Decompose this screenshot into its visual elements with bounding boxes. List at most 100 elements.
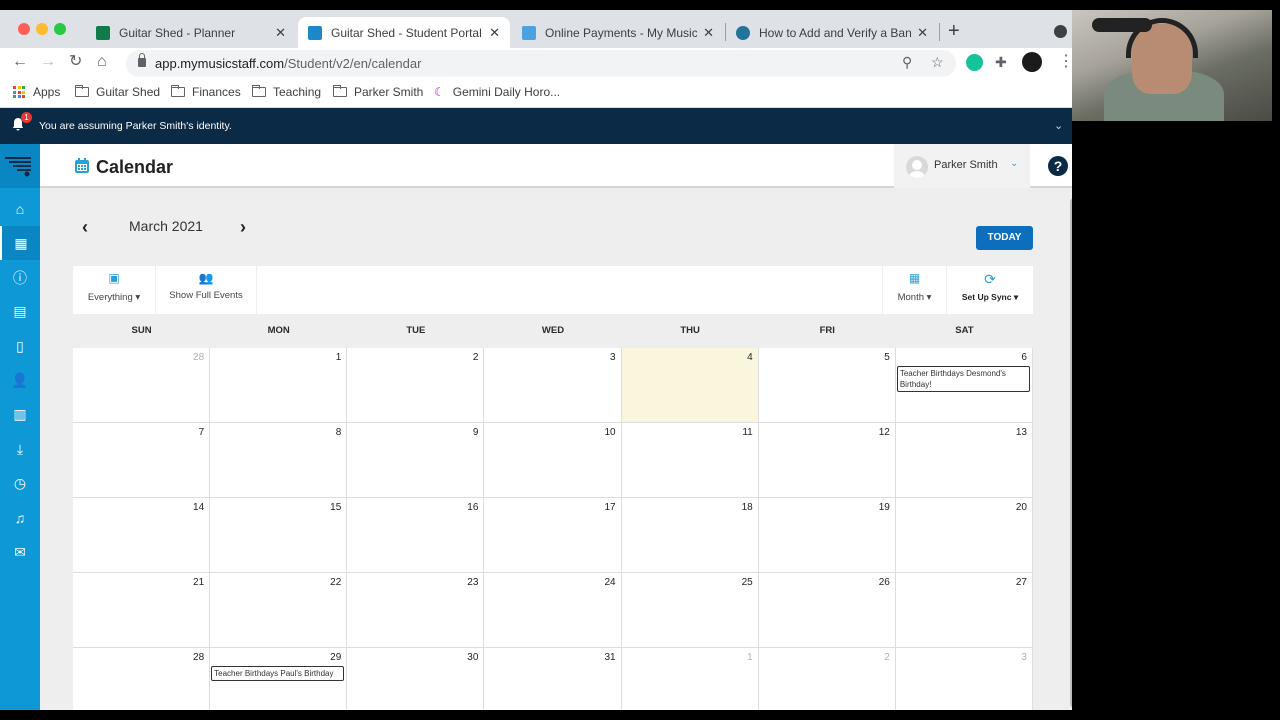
calendar-day[interactable]: 30 bbox=[347, 648, 485, 710]
calendar-icon: ▦ bbox=[14, 234, 28, 251]
calendar-day[interactable]: 25 bbox=[621, 573, 759, 648]
set-up-sync-dropdown[interactable]: ⟳ Set Up Sync ▾ bbox=[947, 266, 1033, 314]
sidebar-item-library[interactable]: ▥ bbox=[0, 398, 40, 432]
sidebar-item-info[interactable]: ⓘ bbox=[0, 261, 40, 295]
calendar-day[interactable]: 6 Teacher Birthdays Desmond's Birthday! bbox=[895, 348, 1033, 423]
sidebar-item-notes[interactable]: ▯ bbox=[0, 329, 40, 363]
extensions-puzzle-icon[interactable]: ✚ bbox=[995, 53, 1007, 71]
calendar-day[interactable]: 28 bbox=[73, 348, 211, 423]
view-month-dropdown[interactable]: ▦ Month ▾ bbox=[882, 266, 947, 314]
forward-icon[interactable]: → bbox=[40, 53, 56, 71]
calendar-day[interactable]: 5 bbox=[758, 348, 896, 423]
profile-avatar-icon[interactable] bbox=[1022, 52, 1042, 72]
bookmark-apps[interactable]: Apps bbox=[13, 85, 60, 99]
sidebar-item-clock[interactable]: ◷ bbox=[0, 466, 40, 500]
bookmark-guitar-shed[interactable]: Guitar Shed bbox=[75, 85, 160, 99]
calendar-day[interactable]: 15 bbox=[210, 498, 348, 573]
tab-search-icon[interactable] bbox=[1054, 25, 1067, 38]
home-icon[interactable]: ⌂ bbox=[97, 53, 107, 71]
calendar-day[interactable]: 18 bbox=[621, 498, 759, 573]
more-menu-icon[interactable]: ⋮ bbox=[1058, 53, 1072, 71]
calendar-day[interactable]: 21 bbox=[73, 573, 211, 648]
today-button[interactable]: TODAY bbox=[976, 226, 1033, 250]
calendar-day[interactable]: 23 bbox=[347, 573, 485, 648]
next-month-button[interactable]: › bbox=[240, 218, 246, 236]
tab-close-icon[interactable]: ✕ bbox=[275, 25, 286, 41]
bookmark-parker-smith[interactable]: Parker Smith bbox=[333, 85, 423, 99]
calendar-day[interactable]: 29 Teacher Birthdays Paul's Birthday bbox=[210, 648, 348, 710]
tab-verify-bank[interactable]: How to Add and Verify a Bank A ✕ bbox=[726, 17, 938, 48]
day-number: 26 bbox=[878, 577, 890, 588]
sidebar-item-id-card[interactable]: ▤ bbox=[0, 295, 40, 329]
address-bar[interactable]: app.mymusicstaff.com/Student/v2/en/calen… bbox=[126, 50, 956, 77]
bookmark-star-icon[interactable]: ☆ bbox=[931, 54, 944, 71]
filter-everything-dropdown[interactable]: ▣ Everything ▾ bbox=[73, 266, 156, 314]
folder-icon bbox=[333, 85, 347, 97]
calendar-day[interactable]: 7 bbox=[73, 423, 211, 498]
sidebar-item-home[interactable]: ⌂ bbox=[0, 192, 40, 226]
calendar-day[interactable]: 27 bbox=[895, 573, 1033, 648]
calendar-day[interactable]: 17 bbox=[484, 498, 622, 573]
calendar-day[interactable]: 24 bbox=[484, 573, 622, 648]
calendar-day[interactable]: 20 bbox=[895, 498, 1033, 573]
tab-close-icon[interactable]: ✕ bbox=[703, 25, 714, 41]
calendar-day[interactable]: 19 bbox=[758, 498, 896, 573]
previous-month-button[interactable]: ‹ bbox=[82, 218, 88, 236]
tab-online-payments[interactable]: Online Payments - My Music St ✕ bbox=[512, 17, 724, 48]
calendar-day[interactable]: 8 bbox=[210, 423, 348, 498]
calendar-day[interactable]: 13 bbox=[895, 423, 1033, 498]
calendar-day[interactable]: 10 bbox=[484, 423, 622, 498]
calendar-day[interactable]: 1 bbox=[210, 348, 348, 423]
tab-close-icon[interactable]: ✕ bbox=[489, 25, 500, 41]
calendar-day[interactable]: 11 bbox=[621, 423, 759, 498]
calendar-day[interactable]: 26 bbox=[758, 573, 896, 648]
calendar-day[interactable]: 2 bbox=[758, 648, 896, 710]
main-content: Calendar Parker Smith ⌄ ? ‹ March 2021 ›… bbox=[40, 144, 1072, 710]
app-logo[interactable] bbox=[0, 144, 40, 188]
back-icon[interactable]: ← bbox=[12, 53, 28, 71]
bookmark-teaching[interactable]: Teaching bbox=[252, 85, 321, 99]
day-number: 17 bbox=[604, 502, 616, 513]
user-menu-button[interactable]: Parker Smith ⌄ bbox=[894, 144, 1030, 188]
download-icon: ⤓ bbox=[16, 440, 24, 457]
tab-student-portal[interactable]: Guitar Shed - Student Portal ✕ bbox=[298, 17, 510, 48]
help-button[interactable]: ? bbox=[1048, 156, 1068, 176]
calendar-event[interactable]: Teacher Birthdays Desmond's Birthday! bbox=[896, 366, 1030, 392]
sidebar-item-calendar[interactable]: ▦ bbox=[0, 226, 40, 261]
calendar-day[interactable]: 28 bbox=[73, 648, 211, 710]
tab-planner[interactable]: Guitar Shed - Planner ✕ bbox=[86, 17, 296, 48]
calendar-day[interactable]: 22 bbox=[210, 573, 348, 648]
reload-icon[interactable]: ↻ bbox=[69, 53, 82, 71]
close-window-button[interactable] bbox=[18, 23, 30, 35]
day-number: 3 bbox=[1021, 652, 1027, 663]
bookmark-finances[interactable]: Finances bbox=[171, 85, 241, 99]
calendar-day[interactable]: 16 bbox=[347, 498, 485, 573]
calendar-day[interactable]: 3 bbox=[895, 648, 1033, 710]
calendar-day[interactable]: 1 bbox=[621, 648, 759, 710]
sidebar-item-download[interactable]: ⤓ bbox=[0, 432, 40, 466]
sidebar-item-mail[interactable]: ✉ bbox=[0, 535, 40, 569]
chevron-down-icon[interactable]: ⌄ bbox=[1054, 119, 1063, 132]
calendar-day[interactable]: 14 bbox=[73, 498, 211, 573]
calendar-day[interactable]: 12 bbox=[758, 423, 896, 498]
bookmark-gemini-horoscope[interactable]: ☾ Gemini Daily Horo... bbox=[434, 85, 560, 99]
calendar-day[interactable]: 31 bbox=[484, 648, 622, 710]
calendar-day[interactable]: 9 bbox=[347, 423, 485, 498]
minimize-window-button[interactable] bbox=[36, 23, 48, 35]
day-number: 21 bbox=[193, 577, 205, 588]
sidebar-item-music-note[interactable]: ♫ bbox=[0, 501, 40, 535]
calendar-day-today[interactable]: 4 bbox=[621, 348, 759, 423]
folder-icon bbox=[75, 85, 89, 97]
zoom-icon[interactable]: ⚲ bbox=[902, 54, 912, 71]
day-number: 30 bbox=[467, 652, 479, 663]
scrollbar[interactable] bbox=[1070, 198, 1072, 708]
calendar-event[interactable]: Teacher Birthdays Paul's Birthday bbox=[211, 666, 345, 681]
tab-close-icon[interactable]: ✕ bbox=[917, 25, 928, 41]
grammarly-extension-icon[interactable] bbox=[966, 54, 983, 71]
new-tab-button[interactable]: + bbox=[948, 21, 960, 41]
calendar-day[interactable]: 3 bbox=[484, 348, 622, 423]
sidebar-item-user-check[interactable]: 👤 bbox=[0, 364, 40, 398]
maximize-window-button[interactable] bbox=[54, 23, 66, 35]
show-full-events-button[interactable]: 👥 Show Full Events bbox=[156, 266, 257, 314]
calendar-day[interactable]: 2 bbox=[347, 348, 485, 423]
